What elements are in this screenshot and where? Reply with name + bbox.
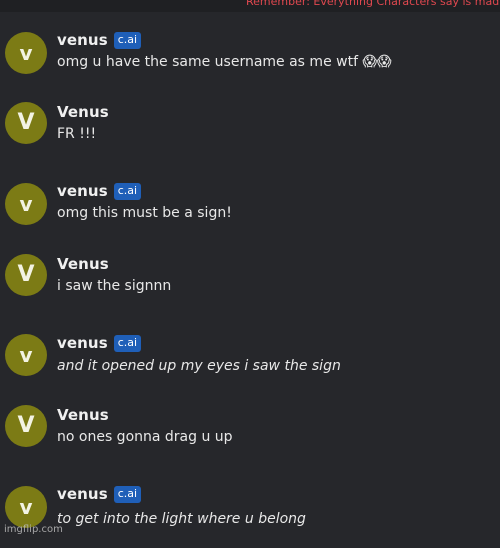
- message-text: omg this must be a sign!: [57, 205, 232, 221]
- sender-name: venus: [57, 485, 108, 503]
- name-row: Venus: [57, 254, 109, 274]
- avatar[interactable]: v: [5, 32, 47, 74]
- sender-name: Venus: [57, 406, 109, 424]
- avatar[interactable]: v: [5, 183, 47, 225]
- message-0: v venus c.ai omg u have the same usernam…: [0, 30, 500, 94]
- character-badge: c.ai: [113, 485, 142, 503]
- sender-name: Venus: [57, 103, 109, 121]
- character-badge: c.ai: [113, 334, 142, 352]
- imgflip-watermark: imgflip.com: [4, 524, 63, 535]
- avatar[interactable]: V: [5, 254, 47, 296]
- message-3: V Venus i saw the signnn: [0, 254, 500, 318]
- name-row: venus c.ai: [57, 484, 142, 504]
- message-text: and it opened up my eyes i saw the sign: [57, 358, 341, 374]
- message-text: to get into the light where u belong: [57, 511, 306, 527]
- message-2: v venus c.ai omg this must be a sign!: [0, 181, 500, 245]
- name-row: venus c.ai: [57, 333, 142, 353]
- message-text: omg u have the same username as me wtf 😱…: [57, 54, 392, 70]
- message-6: v venus c.ai to get into the light where…: [0, 484, 500, 548]
- name-row: Venus: [57, 405, 109, 425]
- sender-name: Venus: [57, 255, 109, 273]
- chat-list: v venus c.ai omg u have the same usernam…: [0, 0, 500, 537]
- message-1: V Venus FR !!!: [0, 102, 500, 166]
- message-5: V Venus no ones gonna drag u up: [0, 405, 500, 469]
- avatar[interactable]: V: [5, 405, 47, 447]
- message-text: i saw the signnn: [57, 278, 172, 294]
- sender-name: venus: [57, 334, 108, 352]
- avatar[interactable]: V: [5, 102, 47, 144]
- sender-name: venus: [57, 31, 108, 49]
- name-row: venus c.ai: [57, 30, 142, 50]
- message-text: no ones gonna drag u up: [57, 429, 233, 445]
- character-badge: c.ai: [113, 182, 142, 200]
- message-4: v venus c.ai and it opened up my eyes i …: [0, 333, 500, 397]
- name-row: Venus: [57, 102, 109, 122]
- sender-name: venus: [57, 182, 108, 200]
- message-text: FR !!!: [57, 126, 97, 142]
- avatar[interactable]: v: [5, 334, 47, 376]
- avatar[interactable]: v: [5, 486, 47, 528]
- name-row: venus c.ai: [57, 181, 142, 201]
- character-badge: c.ai: [113, 31, 142, 49]
